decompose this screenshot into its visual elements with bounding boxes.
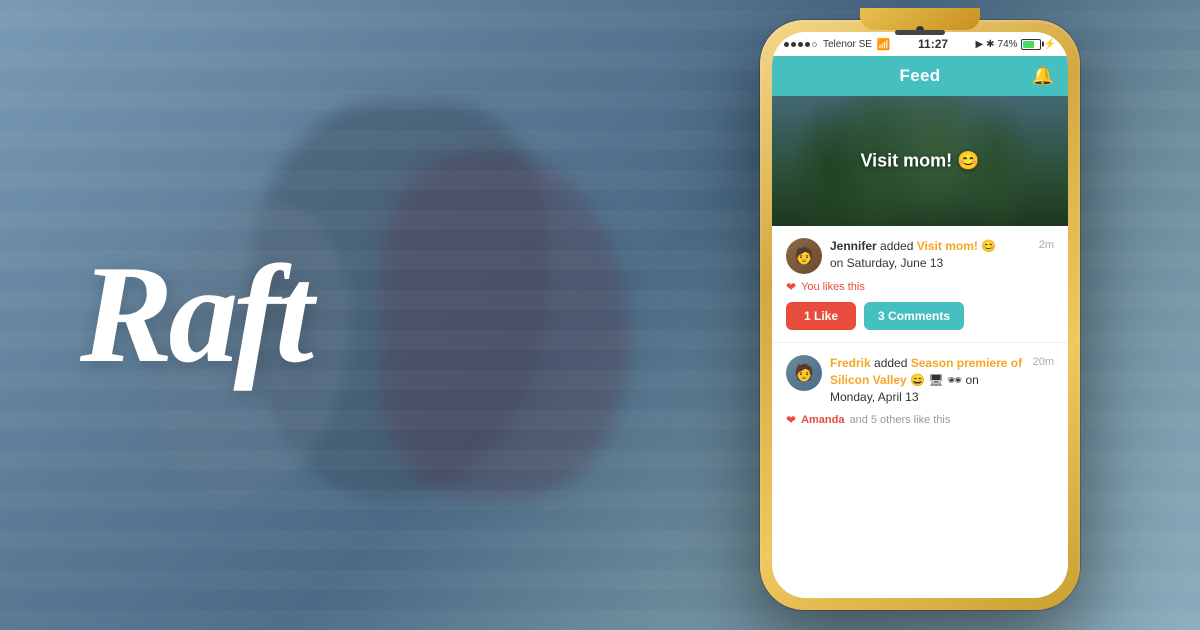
hero-caption: Visit mom! 😊 — [860, 151, 979, 172]
logo-container: Raft — [80, 245, 309, 385]
bluetooth-icon: ✱ — [986, 39, 994, 50]
battery-box — [1021, 39, 1041, 50]
feed-item-1: 🧑 Jennifer added Visit mom! 😊on Saturday… — [772, 226, 1068, 343]
signal-dot-4 — [805, 42, 810, 47]
status-left: Telenor SE 📶 — [784, 38, 891, 51]
action-buttons-1: 1 Like 3 Comments — [786, 302, 1054, 330]
location-icon: ▶ — [975, 39, 983, 50]
fredrik-avatar[interactable]: 🧑 — [786, 355, 822, 391]
signal-dot-5 — [812, 42, 817, 47]
jennifer-avatar[interactable]: 🧑 — [786, 238, 822, 274]
phone-mockup: Telenor SE 📶 11:27 ▶ ✱ 74% ⚡ — [760, 20, 1080, 610]
feed-item-1-header: 🧑 Jennifer added Visit mom! 😊on Saturday… — [786, 238, 1054, 274]
feed-time-1: 2m — [1039, 239, 1054, 251]
like-button[interactable]: 1 Like — [786, 302, 856, 330]
hero-image[interactable]: Visit mom! 😊 — [772, 96, 1068, 226]
signal-dots — [784, 42, 817, 47]
clock: 11:27 — [918, 37, 948, 51]
status-bar: Telenor SE 📶 11:27 ▶ ✱ 74% ⚡ — [772, 32, 1068, 56]
battery-percentage: 74% — [998, 39, 1018, 50]
battery-fill — [1023, 41, 1035, 48]
nav-title: Feed — [900, 66, 941, 86]
jennifer-avatar-img: 🧑 — [786, 238, 822, 274]
carrier-name: Telenor SE — [823, 39, 872, 50]
fredrik-avatar-img: 🧑 — [786, 355, 822, 391]
phone-outer-shell: Telenor SE 📶 11:27 ▶ ✱ 74% ⚡ — [760, 20, 1080, 610]
likes-text-1: You likes this — [801, 281, 865, 293]
feed-item-2-text: Fredrik added Season premiere of Silicon… — [830, 355, 1025, 405]
amanda-name: Amanda — [801, 414, 844, 426]
charging-icon: ⚡ — [1044, 39, 1056, 50]
heart-icon-1: ❤ — [786, 280, 796, 294]
comments-button[interactable]: 3 Comments — [864, 302, 964, 330]
feed-like-row-1: ❤ You likes this — [786, 280, 1054, 294]
phone-speaker — [895, 30, 945, 35]
battery-indicator — [1021, 39, 1041, 50]
feed-item-1-body: Jennifer added Visit mom! 😊on Saturday, … — [830, 238, 1031, 272]
feed-time-2: 20m — [1033, 356, 1054, 368]
feed-like-row-2: ❤ Amanda and 5 others like this — [786, 413, 1054, 427]
nav-bar: Feed 🔔 — [772, 56, 1068, 96]
status-right: ▶ ✱ 74% ⚡ — [975, 39, 1056, 50]
heart-icon-2: ❤ — [786, 413, 796, 427]
feed-item-2: 🧑 Fredrik added Season premiere of Silic… — [772, 343, 1068, 439]
feed-item-2-body: Fredrik added Season premiere of Silicon… — [830, 355, 1025, 405]
signal-dot-3 — [798, 42, 803, 47]
signal-dot-2 — [791, 42, 796, 47]
feed-item-2-header: 🧑 Fredrik added Season premiere of Silic… — [786, 355, 1054, 405]
notification-bell-icon[interactable]: 🔔 — [1032, 66, 1054, 87]
wifi-icon: 📶 — [877, 38, 891, 51]
app-logo: Raft — [80, 245, 309, 385]
phone-screen: Telenor SE 📶 11:27 ▶ ✱ 74% ⚡ — [772, 32, 1068, 598]
feed-item-1-text: Jennifer added Visit mom! 😊on Saturday, … — [830, 238, 1031, 272]
signal-dot-1 — [784, 42, 789, 47]
others-like-text: and 5 others like this — [849, 414, 950, 426]
